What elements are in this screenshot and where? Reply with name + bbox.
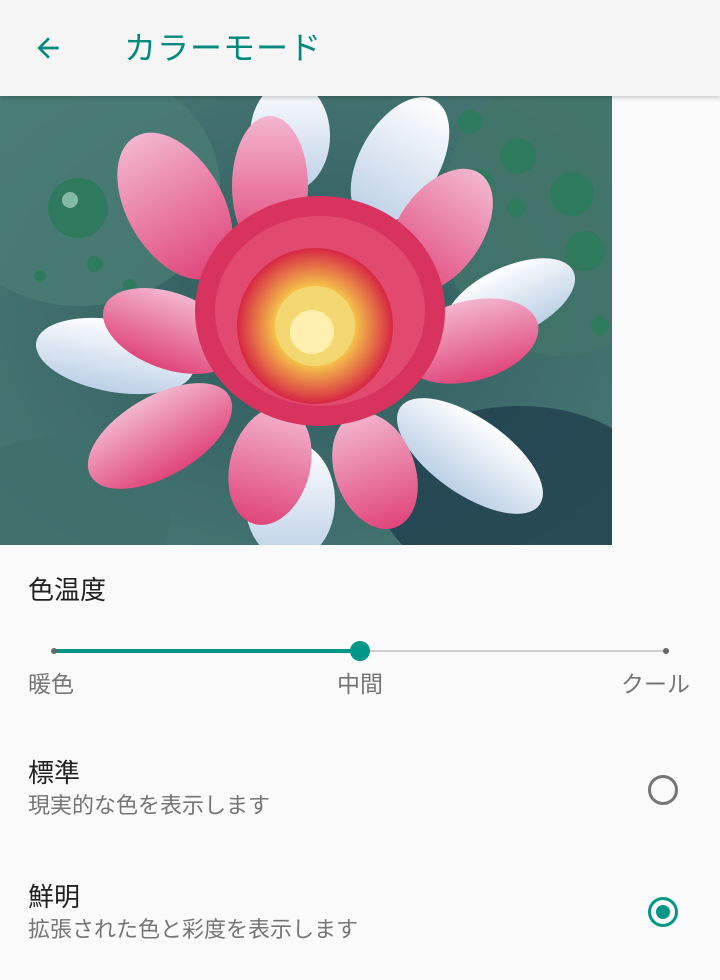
arrow-left-icon [37, 37, 59, 59]
page-title: カラーモード [124, 29, 323, 67]
mode-option-title: 標準 [28, 759, 81, 789]
mode-option-title: 鮮明 [28, 883, 81, 913]
preview-image [0, 96, 612, 545]
back-button[interactable] [24, 24, 72, 72]
slider-mid-label: 中間 [337, 672, 383, 698]
mode-option-subtitle: 現実的な色を表示します [28, 794, 271, 819]
mode-option-subtitle: 拡張された色と彩度を表示します [28, 918, 359, 943]
color-temperature-slider[interactable] [40, 636, 680, 666]
slider-thumb[interactable] [350, 641, 370, 661]
slider-fill [54, 649, 360, 653]
slider-end-tick [663, 648, 669, 654]
lotus-flower-image [0, 96, 612, 545]
slider-min-label: 暖色 [28, 672, 74, 698]
mode-option-vivid[interactable]: 鮮明 拡張された色と彩度を表示します [0, 880, 720, 980]
radio-button-standard[interactable] [648, 775, 678, 805]
slider-max-label: クール [621, 672, 690, 698]
mode-option-standard[interactable]: 標準 現実的な色を表示します [0, 756, 720, 856]
app-bar: カラーモード [0, 0, 720, 96]
color-temperature-label: 色温度 [28, 576, 107, 606]
radio-button-vivid[interactable] [648, 897, 678, 927]
slider-start-tick [51, 648, 57, 654]
